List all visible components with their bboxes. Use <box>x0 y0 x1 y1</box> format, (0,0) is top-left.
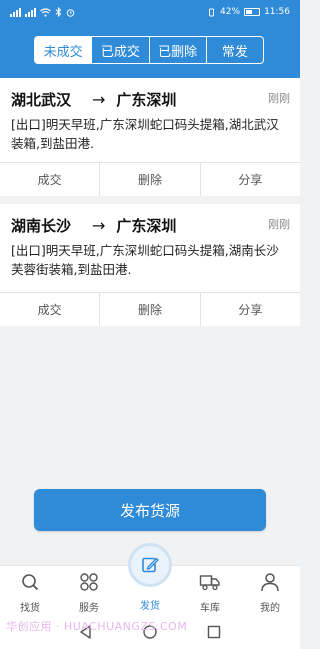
signal-icon-2 <box>25 7 36 17</box>
route-origin: 湖北武汉 <box>11 90 72 109</box>
edit-icon <box>142 557 159 573</box>
share-button[interactable]: 分享 <box>199 163 300 196</box>
wifi-icon <box>40 7 51 17</box>
nav-label: 车库 <box>200 603 220 614</box>
person-icon <box>261 573 279 592</box>
grid-icon <box>80 573 98 591</box>
route-arrow: → <box>92 89 106 109</box>
share-button[interactable]: 分享 <box>199 293 300 326</box>
shipment-card[interactable]: 湖南长沙 → 广东深圳 刚刚 [出口]明天早班,广东深圳蛇口码头提箱,湖南长沙芙… <box>0 204 300 326</box>
nav-services[interactable]: 服务 <box>64 572 114 614</box>
alarm-icon <box>66 8 75 17</box>
shipment-description: [出口]明天早班,广东深圳蛇口码头提箱,湖南长沙芙蓉街装箱,到盐田港. <box>11 243 279 277</box>
vibrate-icon <box>209 8 214 16</box>
nav-label: 我的 <box>260 603 280 614</box>
route: 湖北武汉 → 广东深圳 <box>11 88 176 110</box>
deal-button[interactable]: 成交 <box>0 293 99 326</box>
tab-frequent[interactable]: 常发 <box>205 37 263 63</box>
app-header: 42% 11:56 未成交 已成交 已删除 常发 <box>0 0 300 78</box>
truck-icon <box>199 575 220 591</box>
route-destination: 广东深圳 <box>116 90 177 109</box>
signal-icon <box>10 7 21 17</box>
tab-completed[interactable]: 已成交 <box>91 37 148 63</box>
delete-button[interactable]: 删除 <box>99 293 199 326</box>
card-actions: 成交 删除 分享 <box>0 292 300 326</box>
tab-deleted[interactable]: 已删除 <box>148 37 206 63</box>
nav-mine[interactable]: 我的 <box>245 572 295 614</box>
delete-button[interactable]: 删除 <box>99 163 199 196</box>
route-arrow: → <box>92 215 106 235</box>
bluetooth-icon <box>55 7 62 17</box>
ship-fab-button[interactable] <box>128 543 172 587</box>
status-tabs: 未成交 已成交 已删除 常发 <box>34 36 264 64</box>
tab-unfinished[interactable]: 未成交 <box>35 37 92 63</box>
nav-ship[interactable]: 发货 <box>125 594 175 612</box>
route-origin: 湖南长沙 <box>11 216 72 235</box>
deal-button[interactable]: 成交 <box>0 163 99 196</box>
nav-label: 发货 <box>140 601 160 612</box>
recents-icon[interactable] <box>206 624 222 640</box>
post-time: 刚刚 <box>268 218 290 231</box>
search-icon <box>22 574 39 591</box>
battery-icon <box>244 8 261 16</box>
route: 湖南长沙 → 广东深圳 <box>11 214 176 236</box>
shipment-card[interactable]: 湖北武汉 → 广东深圳 刚刚 [出口]明天早班,广东深圳蛇口码头提箱,湖北武汉装… <box>0 78 300 196</box>
publish-cargo-button[interactable]: 发布货源 <box>34 489 266 531</box>
clock: 11:56 <box>264 7 290 17</box>
shipment-description: [出口]明天早班,广东深圳蛇口码头提箱,湖北武汉装箱,到盐田港. <box>11 117 279 151</box>
nav-label: 找货 <box>20 603 40 614</box>
status-bar: 42% 11:56 <box>0 0 300 24</box>
route-destination: 广东深圳 <box>116 216 177 235</box>
watermark: 华创应用 · HUACHUANGZS.COM <box>6 620 188 633</box>
nav-label: 服务 <box>79 603 99 614</box>
nav-find-cargo[interactable]: 找货 <box>5 572 55 614</box>
nav-garage[interactable]: 车库 <box>185 572 235 614</box>
post-time: 刚刚 <box>268 92 290 105</box>
battery-percent: 42% <box>220 7 241 17</box>
card-actions: 成交 删除 分享 <box>0 162 300 196</box>
